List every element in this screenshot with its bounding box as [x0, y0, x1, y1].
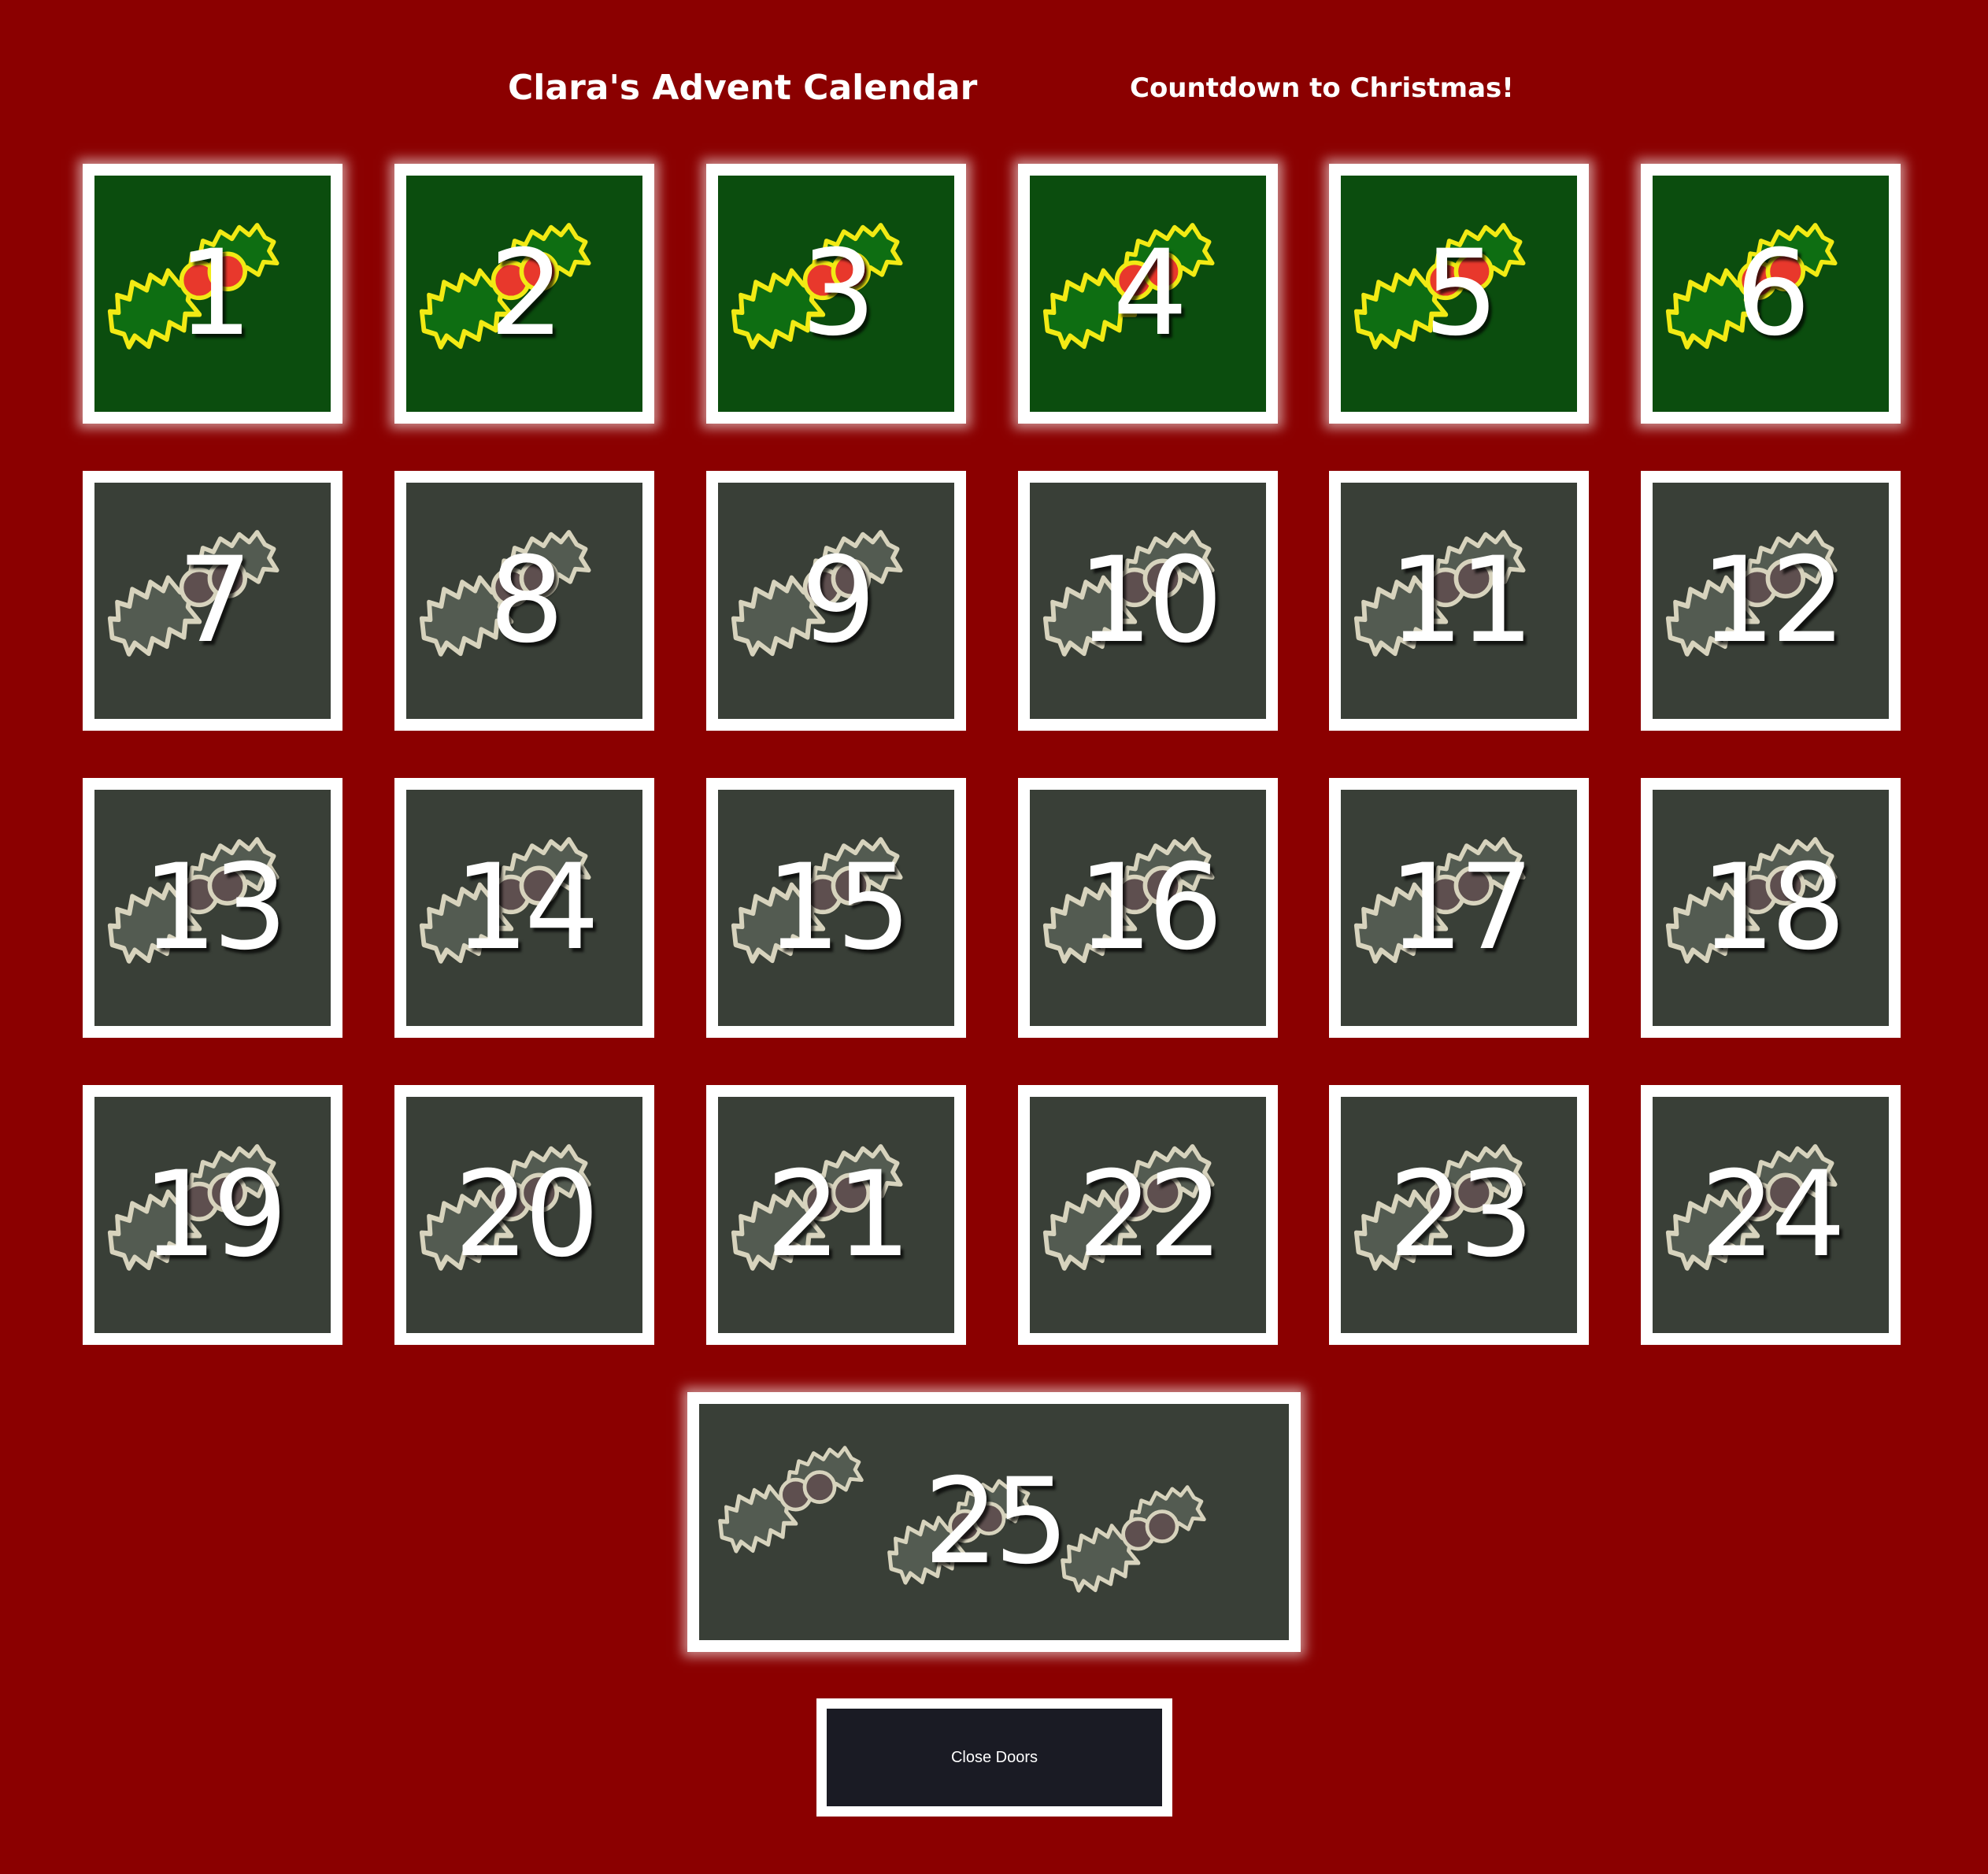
header: Clara's Advent Calendar Countdown to Chr…: [0, 65, 1988, 112]
door-25[interactable]: 25: [687, 1392, 1301, 1652]
door-number: 14: [454, 839, 600, 976]
door-16[interactable]: 16: [1018, 778, 1278, 1038]
door-number: 18: [1700, 839, 1846, 976]
door-21[interactable]: 21: [706, 1085, 966, 1345]
door-2[interactable]: 2: [394, 164, 654, 424]
page-subtitle: Countdown to Christmas!: [1130, 72, 1514, 104]
page-title: Clara's Advent Calendar: [508, 68, 978, 108]
door-3[interactable]: 3: [706, 164, 966, 424]
door-10[interactable]: 10: [1018, 471, 1278, 731]
door-number: 21: [765, 1146, 912, 1283]
door-13[interactable]: 13: [83, 778, 342, 1038]
door-7[interactable]: 7: [83, 471, 342, 731]
door-4[interactable]: 4: [1018, 164, 1278, 424]
door-number: 15: [765, 839, 912, 976]
door-number: 11: [1388, 532, 1534, 669]
door-8[interactable]: 8: [394, 471, 654, 731]
door-number: 5: [1423, 225, 1498, 362]
door-number: 23: [1388, 1146, 1534, 1283]
door-number: 4: [1112, 225, 1187, 362]
door-12[interactable]: 12: [1641, 471, 1901, 731]
door-number: 7: [177, 532, 252, 669]
door-number: 22: [1077, 1146, 1224, 1283]
door-number: 10: [1077, 532, 1224, 669]
door-17[interactable]: 17: [1329, 778, 1589, 1038]
door-22[interactable]: 22: [1018, 1085, 1278, 1345]
door-number: 1: [177, 225, 252, 362]
door-number: 19: [142, 1146, 288, 1283]
door-number: 20: [454, 1146, 600, 1283]
door-20[interactable]: 20: [394, 1085, 654, 1345]
door-number: 2: [489, 225, 564, 362]
door-number: 9: [801, 532, 876, 669]
door-number: 6: [1735, 225, 1810, 362]
door-number: 24: [1700, 1146, 1846, 1283]
door-15[interactable]: 15: [706, 778, 966, 1038]
close-doors-button[interactable]: Close Doors: [816, 1698, 1172, 1817]
door-1[interactable]: 1: [83, 164, 342, 424]
door-number: 25: [924, 1454, 1069, 1591]
door-11[interactable]: 11: [1329, 471, 1589, 731]
door-6[interactable]: 6: [1641, 164, 1901, 424]
door-number: 17: [1388, 839, 1534, 976]
door-14[interactable]: 14: [394, 778, 654, 1038]
door-18[interactable]: 18: [1641, 778, 1901, 1038]
door-number: 8: [489, 532, 564, 669]
advent-calendar-page: Clara's Advent Calendar Countdown to Chr…: [0, 0, 1988, 1874]
door-number: 13: [142, 839, 288, 976]
door-number: 3: [801, 225, 876, 362]
door-19[interactable]: 19: [83, 1085, 342, 1345]
door-24[interactable]: 24: [1641, 1085, 1901, 1345]
door-9[interactable]: 9: [706, 471, 966, 731]
door-5[interactable]: 5: [1329, 164, 1589, 424]
door-23[interactable]: 23: [1329, 1085, 1589, 1345]
door-number: 16: [1077, 839, 1224, 976]
door-number: 12: [1700, 532, 1846, 669]
